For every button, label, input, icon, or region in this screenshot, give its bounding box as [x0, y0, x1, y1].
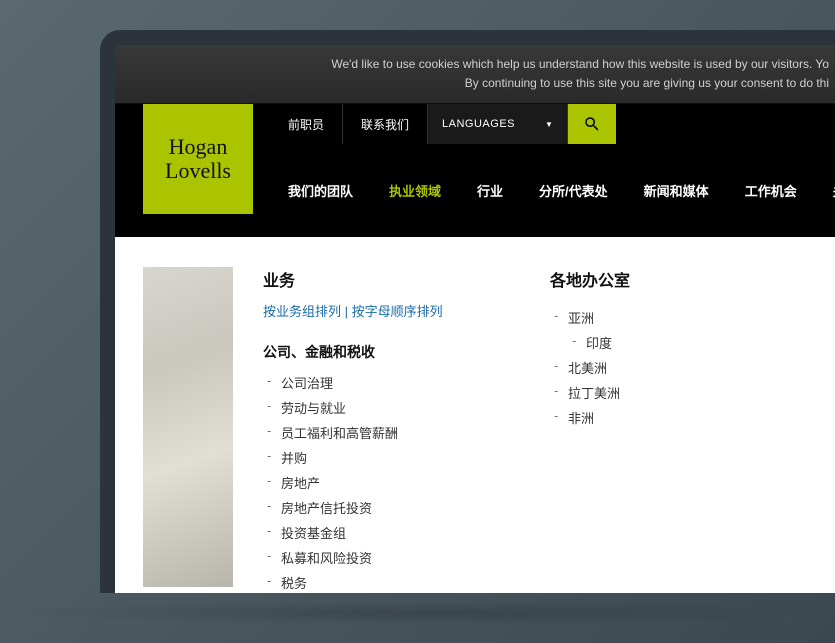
services-column: 业务 按业务组排列 | 按字母顺序排列 公司、金融和税收 公司治理 劳动与就业 … — [263, 267, 520, 593]
language-label: LANGUAGES — [442, 118, 515, 130]
nav-practice[interactable]: 执业领域 — [371, 181, 459, 200]
services-list: 公司治理 劳动与就业 员工福利和高管薪酬 并购 房地产 房地产信托投资 投资基金… — [281, 370, 520, 593]
dropdown-panel: 业务 按业务组排列 | 按字母顺序排列 公司、金融和税收 公司治理 劳动与就业 … — [115, 237, 835, 593]
offices-title: 各地办公室 — [550, 267, 807, 291]
sort-by-group[interactable]: 按业务组排列 — [263, 304, 341, 319]
list-item[interactable]: 公司治理 — [281, 370, 520, 395]
contact-link[interactable]: 联系我们 — [343, 104, 428, 144]
cookie-banner: We'd like to use cookies which help us u… — [115, 45, 835, 104]
nav-careers[interactable]: 工作机会 — [727, 181, 815, 200]
sort-alphabetical[interactable]: 按字母顺序排列 — [352, 304, 443, 319]
offices-column: 各地办公室 亚洲 印度 北美洲 拉丁美洲 非洲 — [550, 267, 807, 593]
offices-list-2: 北美洲 拉丁美洲 非洲 — [568, 355, 807, 430]
list-item[interactable]: 亚洲 — [568, 305, 807, 330]
logo-line-1: Hogan — [165, 135, 231, 159]
nav-industry[interactable]: 行业 — [459, 181, 521, 200]
section-corporate[interactable]: 公司、金融和税收 — [263, 342, 520, 362]
nav-team[interactable]: 我们的团队 — [270, 181, 371, 200]
list-item[interactable]: 非洲 — [568, 405, 807, 430]
logo[interactable]: Hogan Lovells — [143, 104, 253, 214]
language-select[interactable]: LANGUAGES ▼ — [428, 104, 568, 144]
services-title: 业务 — [263, 267, 520, 291]
list-item[interactable]: 房地产信托投资 — [281, 495, 520, 520]
nav-about[interactable]: 关于 — [815, 181, 835, 200]
offices-list: 亚洲 — [568, 305, 807, 330]
list-item[interactable]: 税务 — [281, 570, 520, 593]
shadow — [0, 601, 835, 625]
list-item[interactable]: 北美洲 — [568, 355, 807, 380]
list-item[interactable]: 并购 — [281, 445, 520, 470]
list-item[interactable]: 员工福利和高管薪酬 — [281, 420, 520, 445]
alumni-link[interactable]: 前职员 — [270, 104, 343, 144]
list-item[interactable]: 拉丁美洲 — [568, 380, 807, 405]
search-button[interactable] — [568, 104, 616, 144]
decorative-image — [143, 267, 233, 587]
offices-sublist: 印度 — [586, 330, 807, 355]
sort-links: 按业务组排列 | 按字母顺序排列 — [263, 301, 520, 320]
list-item[interactable]: 房地产 — [281, 470, 520, 495]
main-nav: Hogan Lovells 我们的团队 执业领域 行业 分所/代表处 新闻和媒体… — [115, 144, 835, 237]
logo-line-2: Lovells — [165, 159, 231, 183]
chevron-down-icon: ▼ — [545, 120, 553, 129]
list-item[interactable]: 劳动与就业 — [281, 395, 520, 420]
search-icon — [583, 115, 601, 133]
cookie-text-2: By continuing to use this site you are g… — [115, 74, 829, 93]
list-item[interactable]: 私募和风险投资 — [281, 545, 520, 570]
list-item[interactable]: 投资基金组 — [281, 520, 520, 545]
device-frame: We'd like to use cookies which help us u… — [100, 30, 835, 593]
screen: We'd like to use cookies which help us u… — [115, 45, 835, 593]
nav-news[interactable]: 新闻和媒体 — [626, 181, 727, 200]
cookie-text-1: We'd like to use cookies which help us u… — [115, 55, 829, 74]
nav-offices[interactable]: 分所/代表处 — [521, 181, 626, 200]
list-item[interactable]: 印度 — [586, 330, 807, 355]
